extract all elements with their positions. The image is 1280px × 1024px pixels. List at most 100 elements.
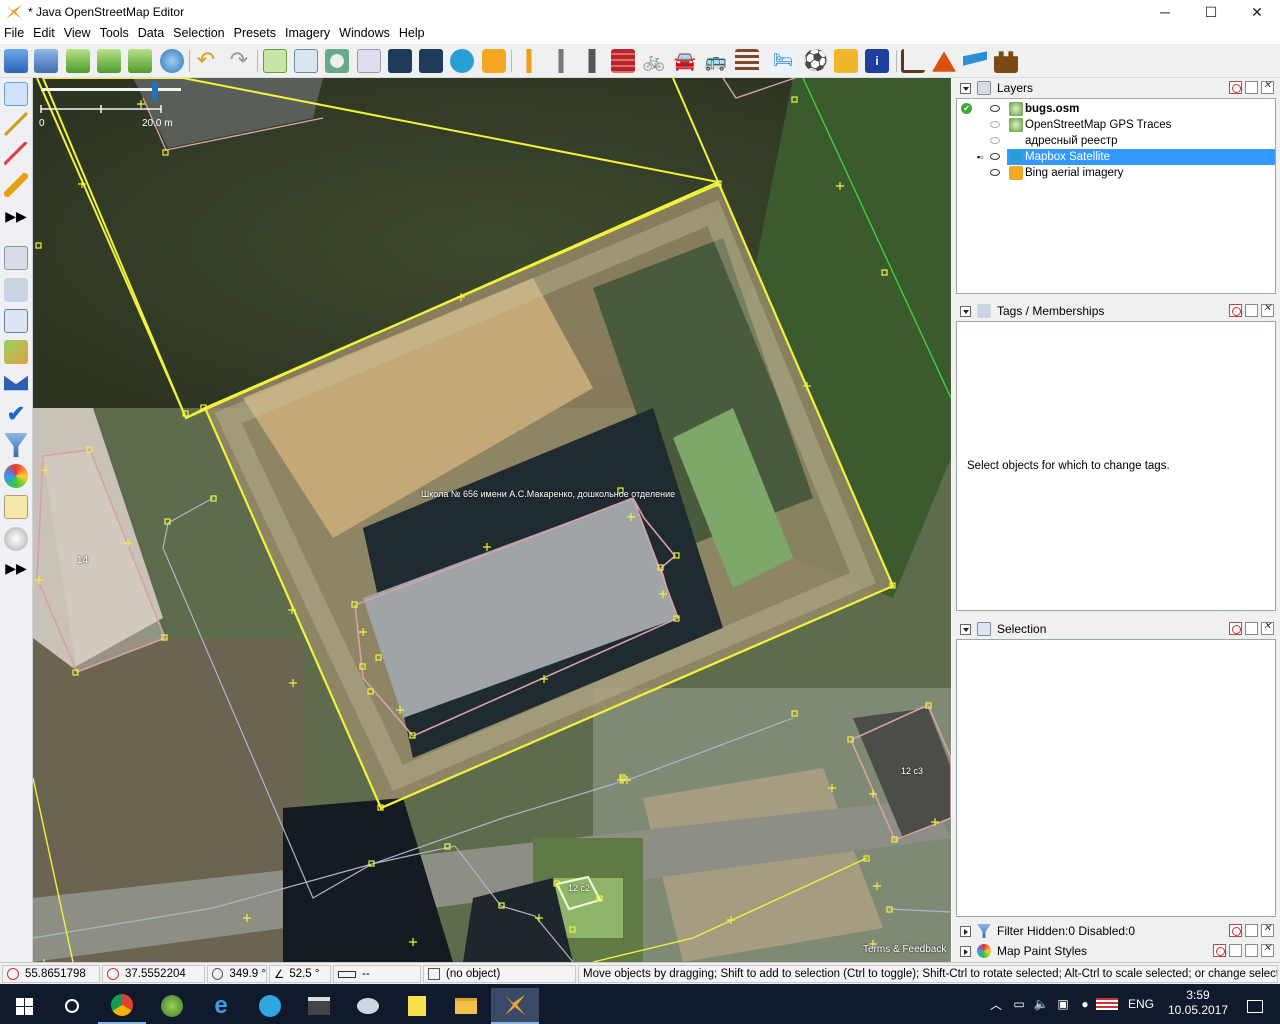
open-file-icon[interactable] [4,49,28,73]
close-icon[interactable] [1261,923,1274,937]
visibility-eye-icon[interactable] [990,121,1000,128]
pin-icon[interactable] [1245,622,1258,635]
maximize-button[interactable]: ☐ [1188,0,1234,24]
language-indicator[interactable]: ENG [1128,997,1166,1011]
layer-row[interactable]: адресный реестр [957,133,1275,149]
close-icon[interactable] [1261,943,1274,957]
telegram-button[interactable] [246,988,294,1024]
preset-shop-icon[interactable] [834,49,858,73]
preset-bus-icon[interactable]: 🚌 [704,49,728,73]
close-icon[interactable] [1261,80,1274,94]
visibility-eye-icon[interactable] [990,137,1000,144]
tags-toggle-icon[interactable] [4,278,28,302]
more-modes-icon[interactable]: ▶▶ [4,204,28,228]
collapse-icon[interactable] [960,82,971,94]
close-icon[interactable] [1261,621,1274,635]
stop-icon[interactable] [1229,622,1242,635]
selection-list-icon[interactable] [4,309,28,333]
menu-file[interactable]: File [0,26,29,40]
close-button[interactable]: ✕ [1234,0,1280,24]
edge-button[interactable]: e [197,988,245,1024]
settings-icon[interactable] [1229,944,1242,957]
preset-sport-icon[interactable]: ⚽ [803,49,828,73]
save-icon[interactable] [34,49,58,73]
stop-icon[interactable] [1229,304,1242,317]
telegram-tray-icon[interactable]: ● [1074,997,1096,1011]
menu-tools[interactable]: Tools [96,26,134,40]
preset-wall-icon[interactable] [611,49,635,73]
filter-icon[interactable] [4,433,28,457]
stop-icon[interactable] [1229,81,1242,94]
layers-list[interactable]: ✔ bugs.osm OpenStreetMap GPS Traces адре… [956,98,1276,294]
menu-presets[interactable]: Presets [230,26,281,40]
collapse-icon[interactable] [960,623,971,635]
visibility-eye-icon[interactable] [990,105,1000,112]
filter-header[interactable]: Filter Hidden:0 Disabled:0 [956,921,1276,941]
layer-row[interactable]: ✔ bugs.osm [957,101,1275,117]
history-icon[interactable] [4,340,28,364]
menu-edit[interactable]: Edit [29,26,60,40]
preset-oneway-icon[interactable] [388,49,412,73]
pin-icon[interactable] [1245,304,1258,317]
preset-road-icon[interactable] [419,49,443,73]
menu-selection[interactable]: Selection [169,26,229,40]
pin-icon[interactable] [1245,924,1258,937]
selection-list[interactable] [956,639,1276,917]
improve-way-icon[interactable] [4,142,28,166]
close-icon[interactable] [1261,303,1274,317]
josm-taskbar-button[interactable] [491,988,539,1024]
select-mode-icon[interactable] [4,82,28,106]
selection-header[interactable]: Selection [956,619,1276,639]
start-button[interactable] [0,988,48,1024]
more-dialogs-icon[interactable]: ▶▶ [4,556,28,580]
tags-table[interactable]: Select objects for which to change tags. [956,321,1276,611]
chrome-taskbar-button[interactable] [98,988,146,1024]
mapbox-icon[interactable] [450,49,474,73]
preset-car-icon[interactable]: 🚘 [673,49,697,73]
visibility-eye-icon[interactable] [990,169,1000,176]
preset-castle-icon[interactable] [994,51,1018,73]
preset-peak-icon[interactable] [932,51,956,72]
paint-styles-header[interactable]: Map Paint Styles [956,941,1276,961]
redo-icon[interactable]: ↷ [227,49,251,73]
preset-hotel-icon[interactable]: 🛏 [771,49,795,73]
undo-icon[interactable]: ↶ [194,49,218,73]
action-center-button[interactable] [1232,988,1278,1024]
search-icon[interactable] [325,49,349,73]
globe-app-button[interactable] [148,988,196,1024]
update-data-icon[interactable] [160,49,184,73]
download-icon[interactable] [66,49,90,73]
wms-tms-icon[interactable] [357,49,381,73]
preset-waterway-icon[interactable] [963,51,987,66]
bing-icon[interactable] [482,49,506,73]
validator-icon[interactable]: ✔ [4,402,28,426]
tags-header[interactable]: Tags / Memberships [956,301,1276,321]
pin-icon[interactable] [1245,81,1258,94]
menu-data[interactable]: Data [134,26,169,40]
sticky-notes-button[interactable] [393,988,441,1024]
preset-info-icon[interactable]: i [865,49,889,73]
expand-icon[interactable] [960,945,971,957]
preset-bicycle-icon[interactable]: 🚲 [642,49,666,73]
volume-icon[interactable]: 🔈 [1030,997,1052,1011]
upload-icon[interactable] [128,49,152,73]
download-along-icon[interactable] [97,49,121,73]
visibility-eye-icon[interactable] [990,153,1000,160]
draw-pencil-icon[interactable] [4,173,28,197]
layer-row[interactable]: OpenStreetMap GPS Traces [957,117,1275,133]
map-view[interactable]: 0 20.0 m Школа № 656 имени А.С.Макаренко… [33,78,951,962]
preset-industrial-icon[interactable] [901,49,925,73]
stop-icon[interactable] [1213,944,1226,957]
move-handle-icon[interactable]: ▪▫ [977,152,983,162]
clock[interactable]: 3:59 10.05.2017 [1162,988,1234,1018]
tray-expand-icon[interactable]: ︿ [984,996,1008,1013]
attribution-link[interactable]: Terms & Feedback [863,944,946,955]
map-paint-icon[interactable] [4,464,28,488]
preset-barrier-icon[interactable] [517,49,541,73]
preset-bollard-icon[interactable] [549,49,573,73]
map-canvas[interactable] [33,78,951,962]
menu-imagery[interactable]: Imagery [281,26,335,40]
conflict-icon[interactable] [4,375,28,391]
wikipedia-icon[interactable] [4,527,28,551]
pin-icon[interactable] [1245,944,1258,957]
